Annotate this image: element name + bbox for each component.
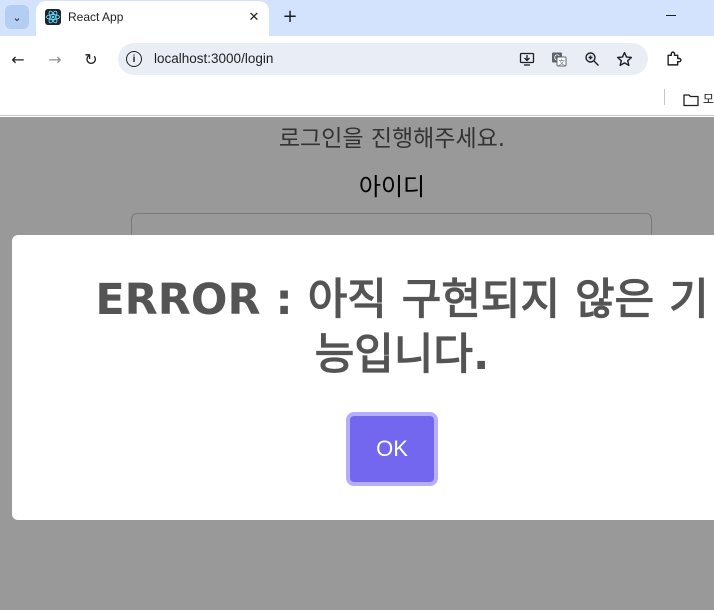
bookmarks-bar: 모 [0, 82, 714, 116]
error-message-line-2: 능입니다. [314, 330, 490, 380]
tab-title: React App [68, 10, 124, 24]
bookmark-star-icon[interactable] [615, 50, 633, 68]
back-arrow-icon[interactable]: ← [7, 48, 29, 70]
minimize-icon[interactable] [662, 8, 680, 22]
react-logo-icon [45, 9, 61, 25]
browser-toolbar: ← → ↻ i localhost:3000/login G文 [0, 36, 714, 82]
error-message: ERROR : 아직 구현되지 않은 기 능입니다. [22, 273, 714, 383]
translate-icon[interactable]: G文 [550, 50, 568, 68]
forward-arrow-icon[interactable]: → [44, 48, 66, 70]
tab-strip: ⌄ React App ✕ + [0, 0, 714, 36]
install-app-icon[interactable] [518, 50, 536, 68]
folder-icon [683, 93, 699, 106]
extensions-puzzle-icon[interactable] [664, 48, 684, 68]
tab-search-chevron-icon[interactable]: ⌄ [5, 5, 29, 29]
site-info-icon[interactable]: i [126, 51, 142, 67]
bookmark-folder[interactable]: 모 [683, 90, 714, 108]
reload-icon[interactable]: ↻ [80, 48, 102, 70]
svg-text:文: 文 [559, 58, 566, 67]
ok-button[interactable]: OK [346, 412, 438, 486]
bookmarks-separator [664, 89, 665, 105]
browser-tab[interactable]: React App ✕ [36, 1, 269, 36]
zoom-icon[interactable] [583, 50, 601, 68]
url-text[interactable]: localhost:3000/login [154, 51, 273, 66]
close-icon[interactable]: ✕ [245, 8, 263, 26]
address-bar[interactable]: i localhost:3000/login G文 [118, 43, 648, 75]
new-tab-plus-icon[interactable]: + [280, 6, 300, 27]
error-message-line-1: ERROR : 아직 구현되지 않은 기 [95, 275, 709, 325]
error-modal: ERROR : 아직 구현되지 않은 기 능입니다. OK [12, 235, 714, 520]
bookmark-folder-label: 모 [702, 92, 714, 106]
